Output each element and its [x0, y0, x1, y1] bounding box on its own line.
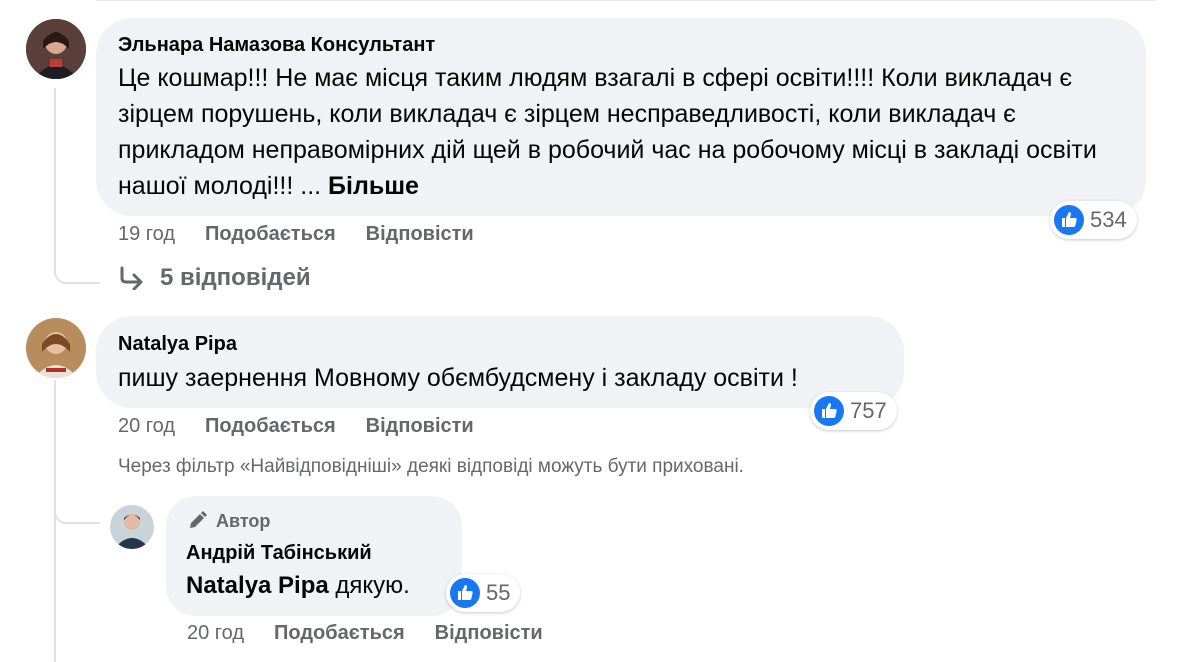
- reaction-count-value: 55: [486, 580, 511, 605]
- avatar[interactable]: [26, 19, 86, 79]
- like-button[interactable]: Подобається: [205, 223, 336, 246]
- reply-actions: 20 год Подобається Відповісти: [187, 622, 543, 645]
- thread-line-curve: [54, 272, 100, 284]
- reply-bubble: Автор Андрій Табінський Natalya Pipa дяк…: [166, 496, 462, 616]
- like-button[interactable]: Подобається: [205, 415, 336, 438]
- comment-author[interactable]: Natalya Pipa: [118, 333, 237, 356]
- comment-text-body: Це кошмар!!! Не має місця таким людям вз…: [118, 64, 1097, 200]
- see-more-link[interactable]: Більше: [328, 172, 419, 200]
- reaction-count-value: 757: [850, 398, 887, 423]
- filter-notice: Через фільтр «Найвідповідніші» деякі від…: [118, 456, 744, 477]
- like-button[interactable]: Подобається: [274, 622, 405, 645]
- reaction-count[interactable]: 757: [810, 392, 897, 430]
- author-badge: Автор: [186, 510, 270, 532]
- reply-button[interactable]: Відповісти: [366, 415, 474, 438]
- divider: [96, 0, 1156, 1]
- reply-text: Natalya Pipa дякую.: [186, 568, 410, 604]
- reply-button[interactable]: Відповісти: [435, 622, 543, 645]
- comment-bubble: Эльнара Намазова Консультант Це кошмар!!…: [96, 18, 1146, 216]
- thread-line-curve: [54, 508, 100, 524]
- author-badge-label: Автор: [216, 510, 271, 531]
- comment-actions: 19 год Подобається Відповісти: [118, 223, 474, 246]
- reaction-count-value: 534: [1090, 207, 1127, 232]
- comment-time[interactable]: 19 год: [118, 223, 175, 246]
- comment-text: пишу заернення Мовному обємбудсмену і за…: [118, 364, 798, 392]
- reply-time[interactable]: 20 год: [187, 622, 244, 645]
- reaction-count[interactable]: 534: [1050, 201, 1137, 239]
- pencil-icon: [190, 511, 207, 528]
- view-replies-label: 5 відповідей: [160, 264, 311, 291]
- comment-time[interactable]: 20 год: [118, 415, 175, 438]
- reply-arrow-icon: [120, 266, 143, 290]
- comment-author[interactable]: Эльнара Намазова Консультант: [118, 34, 435, 57]
- avatar[interactable]: [26, 318, 86, 378]
- comment-text: Це кошмар!!! Не має місця таким людям вз…: [118, 60, 1128, 204]
- mention-link[interactable]: Natalya Pipa: [186, 572, 329, 599]
- view-replies-link[interactable]: 5 відповідей: [118, 264, 311, 292]
- reply-button[interactable]: Відповісти: [366, 223, 474, 246]
- like-icon: [814, 396, 844, 426]
- like-icon: [1054, 205, 1084, 235]
- comment-actions: 20 год Подобається Відповісти: [118, 415, 474, 438]
- reply-text-body: дякую.: [335, 572, 410, 599]
- comment-bubble: Natalya Pipa пишу заернення Мовному обєм…: [96, 316, 904, 408]
- avatar[interactable]: [110, 505, 154, 549]
- thread-line: [54, 380, 56, 662]
- thread-line: [54, 88, 56, 274]
- like-icon: [450, 578, 480, 608]
- reply-author[interactable]: Андрій Табінський: [186, 542, 372, 565]
- reaction-count[interactable]: 55: [446, 574, 521, 612]
